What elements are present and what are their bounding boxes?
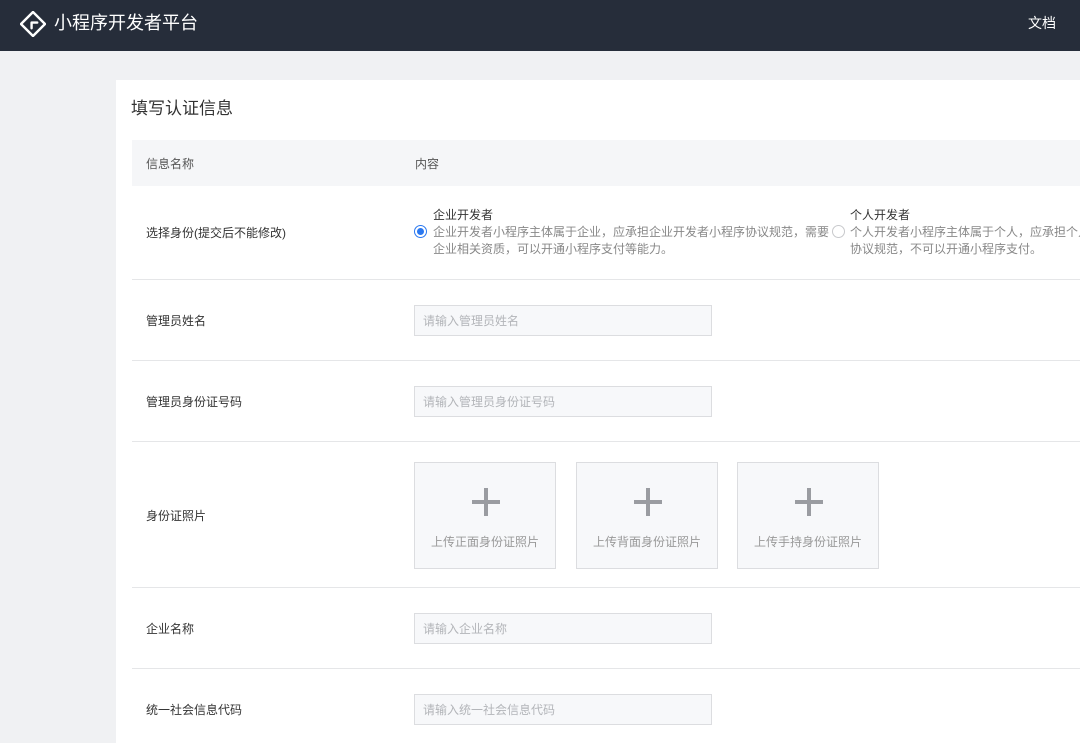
upload-front-id-photo[interactable]: 上传正面身份证照片 <box>414 462 556 569</box>
plus-icon <box>795 488 823 516</box>
individual-option-desc-2: 协议规范，不可以开通小程序支付。 <box>850 242 1043 256</box>
docs-link[interactable]: 文档 <box>1028 14 1056 32</box>
admin-id-input[interactable] <box>414 386 712 417</box>
individual-option-title: 个人开发者 <box>850 208 911 222</box>
upload-handheld-id-photo[interactable]: 上传手持身份证照片 <box>737 462 879 569</box>
individual-option-desc: 个人开发者小程序主体属于个人，应承担个人 <box>850 225 1080 239</box>
admin-id-label: 管理员身份证号码 <box>146 395 243 409</box>
table-header: 信息名称 内容 <box>132 140 1080 186</box>
enterprise-developer-option[interactable]: 企业开发者 企业开发者小程序主体属于企业，应承担企业开发者小程序协议规范，需要 … <box>414 186 829 280</box>
admin-id-row: 管理员身份证号码 <box>132 361 1080 442</box>
credit-code-row: 统一社会信息代码 <box>132 669 1080 743</box>
individual-radio[interactable] <box>832 225 845 238</box>
admin-name-input[interactable] <box>414 305 712 336</box>
company-name-row: 企业名称 <box>132 588 1080 669</box>
mini-program-logo-icon <box>20 11 46 37</box>
admin-name-label: 管理员姓名 <box>146 314 207 328</box>
identity-row: 选择身份(提交后不能修改) 企业开发者 企业开发者小程序主体属于企业，应承担企业… <box>132 186 1080 280</box>
enterprise-option-title: 企业开发者 <box>433 208 494 222</box>
upload-back-id-photo[interactable]: 上传背面身份证照片 <box>576 462 718 569</box>
top-navigation-bar: 小程序开发者平台 文档 <box>0 0 1080 51</box>
enterprise-radio[interactable] <box>414 225 427 238</box>
form-title: 填写认证信息 <box>131 99 233 118</box>
upload-front-label: 上传正面身份证照片 <box>430 535 539 549</box>
company-name-label: 企业名称 <box>146 622 195 636</box>
enterprise-option-desc: 企业开发者小程序主体属于企业，应承担企业开发者小程序协议规范，需要 <box>433 225 830 239</box>
upload-handheld-label: 上传手持身份证照片 <box>753 535 862 549</box>
upload-back-label: 上传背面身份证照片 <box>592 535 701 549</box>
id-photo-label: 身份证照片 <box>146 509 207 523</box>
id-photo-row: 身份证照片 上传正面身份证照片 上传背面身份证照片 上传手持身份证照片 <box>132 442 1080 588</box>
plus-icon <box>472 488 500 516</box>
plus-icon <box>634 488 662 516</box>
company-name-input[interactable] <box>414 613 712 644</box>
admin-name-row: 管理员姓名 <box>132 280 1080 361</box>
column-header-name: 信息名称 <box>146 157 195 171</box>
credit-code-label: 统一社会信息代码 <box>146 703 243 717</box>
credit-code-input[interactable] <box>414 694 712 725</box>
certification-form-card: 填写认证信息 信息名称 内容 选择身份(提交后不能修改) 企业开发者 企业开发者… <box>116 80 1080 743</box>
column-header-content: 内容 <box>415 157 440 171</box>
individual-developer-option[interactable]: 个人开发者 个人开发者小程序主体属于个人，应承担个人 协议规范，不可以开通小程序… <box>832 186 1080 280</box>
enterprise-option-desc-2: 企业相关资质，可以开通小程序支付等能力。 <box>433 242 674 256</box>
identity-label: 选择身份(提交后不能修改) <box>146 226 286 240</box>
platform-title: 小程序开发者平台 <box>54 13 198 33</box>
